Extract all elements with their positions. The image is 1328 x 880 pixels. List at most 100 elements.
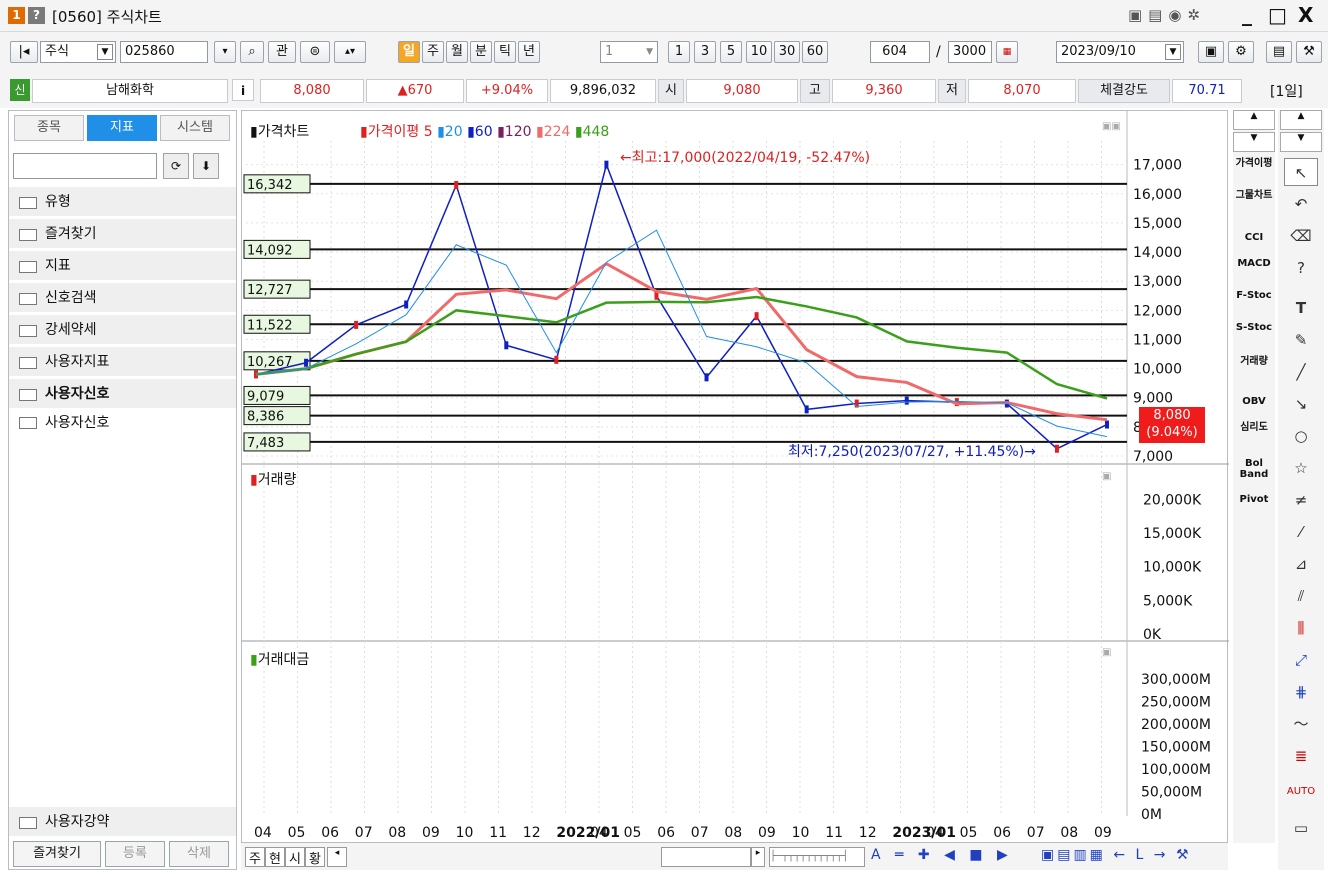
- erase-all-icon[interactable]: ⌫: [1284, 222, 1318, 250]
- scroll-right-icon[interactable]: ▸: [751, 847, 765, 867]
- tab-system[interactable]: 시스템: [160, 115, 230, 141]
- favorites-button[interactable]: 즐겨찾기: [13, 841, 101, 867]
- quick-1-button[interactable]: 1: [668, 41, 690, 63]
- indicator-pivot-button[interactable]: Pivot: [1233, 494, 1275, 505]
- indicator-macd-button[interactable]: MACD: [1233, 258, 1275, 269]
- line-icon[interactable]: ╱: [1284, 358, 1318, 386]
- close-button[interactable]: X: [1298, 3, 1313, 27]
- indicator-net-button[interactable]: 그물차트: [1233, 190, 1275, 201]
- folder-type[interactable]: 유형: [9, 187, 236, 217]
- watchlist-button[interactable]: 관: [268, 41, 296, 63]
- indicator-search-input[interactable]: [13, 153, 157, 179]
- save-icon[interactable]: ▤: [1266, 41, 1292, 63]
- window-icon[interactable]: ▭: [1284, 814, 1318, 842]
- period-day-button[interactable]: 일: [398, 41, 420, 63]
- indicator-cci-button[interactable]: CCI: [1233, 232, 1275, 243]
- fibo-icon[interactable]: ≣: [1284, 742, 1318, 770]
- add-button[interactable]: 등록: [105, 841, 165, 867]
- tab-stock[interactable]: 종목: [14, 115, 84, 141]
- date-picker[interactable]: 2023/09/10 ▼: [1056, 41, 1184, 63]
- screen-icon[interactable]: ▣: [1198, 41, 1224, 63]
- angle-line-icon[interactable]: ↘: [1284, 390, 1318, 418]
- fan-icon[interactable]: ⊿: [1284, 550, 1318, 578]
- maximize-button[interactable]: □: [1268, 3, 1287, 27]
- wave-icon[interactable]: 〜: [1284, 710, 1318, 738]
- settings-icon[interactable]: ⚙: [1228, 41, 1254, 63]
- parallel-icon[interactable]: ≠: [1284, 486, 1318, 514]
- tab-indicator[interactable]: 지표: [87, 115, 157, 141]
- pen-icon[interactable]: ✎: [1284, 326, 1318, 354]
- info-icon[interactable]: i: [232, 79, 254, 101]
- scroll-down-icon[interactable]: ▼: [1233, 132, 1275, 152]
- circle-icon[interactable]: ○: [1284, 422, 1318, 450]
- folder-user-strength[interactable]: 사용자강약: [9, 807, 236, 837]
- pane-close-icon[interactable]: ▣: [1102, 471, 1111, 482]
- tab-current[interactable]: 현: [265, 847, 285, 867]
- folder-strength[interactable]: 강세약세: [9, 315, 236, 345]
- updown-icon[interactable]: ▴▾: [334, 41, 366, 63]
- scroll-down-icon[interactable]: ▼: [1280, 132, 1322, 152]
- pane-close-icon[interactable]: ▣▣: [1102, 121, 1121, 132]
- period-month-button[interactable]: 월: [446, 41, 468, 63]
- folder-signal-search[interactable]: 신호검색: [9, 283, 236, 313]
- total-count-input[interactable]: 3000: [948, 41, 992, 63]
- trend-icon[interactable]: ⤢: [1284, 646, 1318, 674]
- link-icon[interactable]: ⊜: [300, 41, 330, 63]
- zoom-slider[interactable]: ├─┬┬┬┬┬┬┬┬┬┬┤: [769, 847, 865, 867]
- chart-area[interactable]: 16,342 14,092 12,727 11,522 10,267 9,079 8,386…: [241, 110, 1229, 844]
- quick-60-button[interactable]: 60: [802, 41, 828, 63]
- code-dropdown-icon[interactable]: ▾: [214, 41, 236, 63]
- window-utility-icons[interactable]: ▣▤◉✲: [1128, 6, 1206, 24]
- help-icon[interactable]: ?: [28, 7, 45, 24]
- period-week-button[interactable]: 주: [422, 41, 444, 63]
- download-icon[interactable]: ⬇: [193, 153, 219, 179]
- scrollbar[interactable]: [661, 847, 751, 867]
- period-minute-button[interactable]: 분: [470, 41, 492, 63]
- indicator-ma-button[interactable]: 가격이평: [1233, 158, 1275, 169]
- folder-indicator[interactable]: 지표: [9, 251, 236, 281]
- grid-lines-icon[interactable]: ⋕: [1284, 678, 1318, 706]
- count-input[interactable]: 604: [870, 41, 930, 63]
- auto-icon[interactable]: AUTO: [1284, 778, 1318, 806]
- span-label[interactable]: [1일]: [1270, 81, 1303, 101]
- chart-navigation-icons[interactable]: A ═ ✚ ◀ ■ ▶: [871, 847, 1013, 863]
- tools-icon[interactable]: ⚒: [1296, 41, 1322, 63]
- grid-icon[interactable]: ▦: [996, 41, 1018, 63]
- indicator-volume-button[interactable]: 거래량: [1233, 356, 1275, 367]
- quick-10-button[interactable]: 10: [746, 41, 772, 63]
- folder-favorites[interactable]: 즐겨찾기: [9, 219, 236, 249]
- tab-status[interactable]: 황: [305, 847, 325, 867]
- quick-30-button[interactable]: 30: [774, 41, 800, 63]
- bars-icon[interactable]: ⫼: [1284, 614, 1318, 642]
- pane-close-icon[interactable]: ▣: [1102, 647, 1111, 658]
- delete-button[interactable]: 삭제: [169, 841, 229, 867]
- window-number-badge[interactable]: 1: [8, 7, 25, 24]
- scroll-up-icon[interactable]: ▲: [1233, 110, 1275, 130]
- star-icon[interactable]: ☆: [1284, 454, 1318, 482]
- tab-market[interactable]: 시: [285, 847, 305, 867]
- indicator-sstoc-button[interactable]: S-Stoc: [1233, 322, 1275, 333]
- indicator-fstoc-button[interactable]: F-Stoc: [1233, 290, 1275, 301]
- stock-name[interactable]: 남해화학: [32, 79, 228, 103]
- first-icon[interactable]: |◂: [10, 41, 38, 63]
- tree-item-user-signal[interactable]: 사용자신호: [17, 411, 227, 435]
- period-year-button[interactable]: 년: [518, 41, 540, 63]
- folder-user-indicator[interactable]: 사용자지표: [9, 347, 236, 377]
- market-select[interactable]: 주식 ▼: [40, 41, 116, 63]
- help-tool-icon[interactable]: ?: [1284, 254, 1318, 282]
- search-icon[interactable]: ⌕: [240, 41, 264, 63]
- indicator-psychology-button[interactable]: 심리도: [1233, 422, 1275, 433]
- folder-user-signal[interactable]: 사용자신호: [9, 379, 236, 409]
- quick-3-button[interactable]: 3: [694, 41, 716, 63]
- channel-icon[interactable]: ⫽: [1284, 582, 1318, 610]
- period-unit-select[interactable]: 1 ▼: [600, 41, 658, 63]
- indicator-bollinger-button[interactable]: Bol Band: [1233, 458, 1275, 480]
- quick-5-button[interactable]: 5: [720, 41, 742, 63]
- stock-code-input[interactable]: 025860: [120, 41, 208, 63]
- tab-week[interactable]: 주: [245, 847, 265, 867]
- scroll-up-icon[interactable]: ▲: [1280, 110, 1322, 130]
- indicator-obv-button[interactable]: OBV: [1233, 396, 1275, 407]
- stock-chart-svg[interactable]: 16,34214,09212,72711,52210,2679,0798,386…: [242, 111, 1229, 844]
- refresh-icon[interactable]: ⟳: [163, 153, 189, 179]
- period-tick-button[interactable]: 틱: [494, 41, 516, 63]
